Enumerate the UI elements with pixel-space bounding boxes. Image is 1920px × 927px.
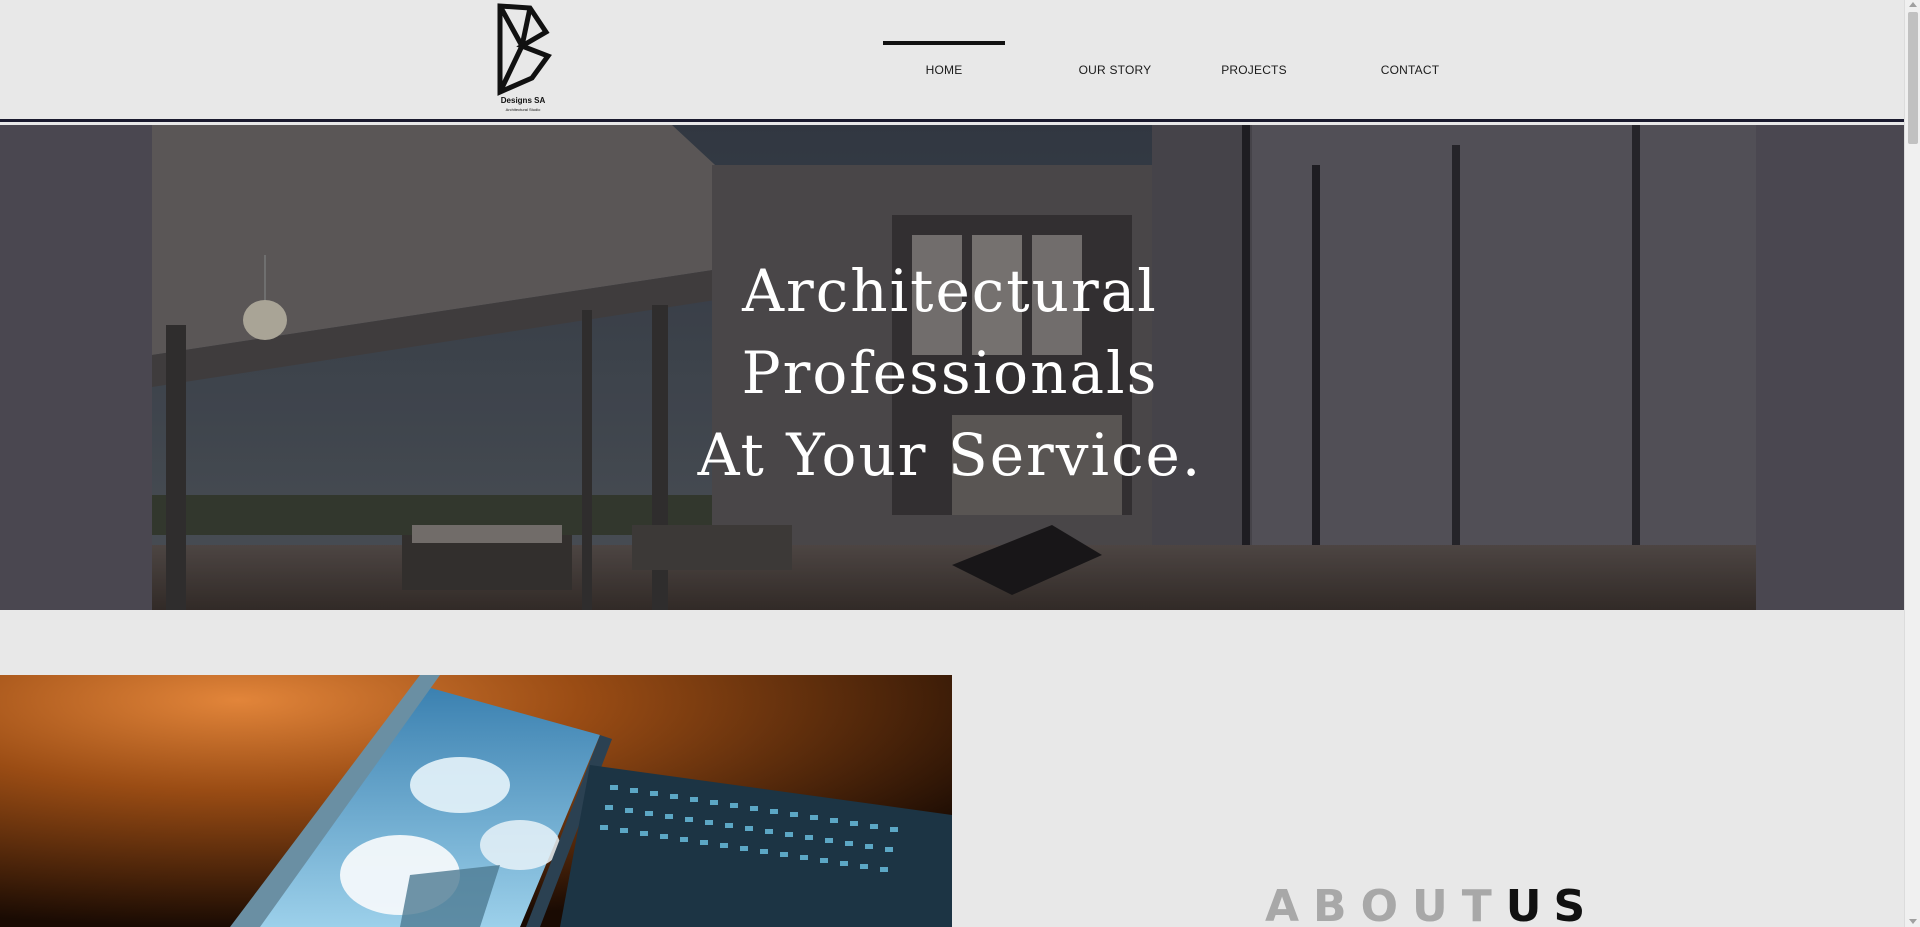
site-logo[interactable]: Designs SA Architectural Studio <box>492 2 562 118</box>
page-scrollbar[interactable] <box>1904 0 1920 927</box>
nav-active-indicator <box>883 41 1005 45</box>
logo-mark-icon <box>497 3 552 96</box>
logo-name: Designs SA <box>500 96 546 105</box>
site-header: Designs SA Architectural Studio HOME OUR… <box>0 0 1904 122</box>
us-word: US <box>1505 881 1598 927</box>
nav-item-label: PROJECTS <box>1221 63 1287 77</box>
skyscraper-photo <box>0 675 952 927</box>
about-us-heading: ABOUTUS <box>1265 884 1597 927</box>
logo-tagline: Architectural Studio <box>505 107 541 112</box>
about-word: ABOUT <box>1265 881 1506 927</box>
nav-item-label: CONTACT <box>1380 63 1440 77</box>
scroll-up-icon[interactable] <box>1909 2 1917 7</box>
nav-item-label: OUR STORY <box>1078 63 1152 77</box>
skyscraper-image <box>0 675 952 927</box>
hero-line-2: Professionals <box>741 339 1159 407</box>
hero-heading: Architectural Professionals At Your Serv… <box>620 250 1280 496</box>
scroll-thumb[interactable] <box>1908 12 1918 144</box>
scroll-down-icon[interactable] <box>1909 919 1917 924</box>
nav-item-our-story[interactable]: OUR STORY <box>1045 0 1185 122</box>
hero-line-3: At Your Service. <box>697 421 1203 489</box>
hero-line-1: Architectural <box>742 257 1158 325</box>
nav-item-contact[interactable]: CONTACT <box>1350 0 1470 122</box>
nav-item-projects[interactable]: PROJECTS <box>1194 0 1314 122</box>
nav-item-home[interactable]: HOME <box>883 0 1005 122</box>
hero-banner: Architectural Professionals At Your Serv… <box>0 125 1904 610</box>
nav-item-label: HOME <box>925 63 963 77</box>
